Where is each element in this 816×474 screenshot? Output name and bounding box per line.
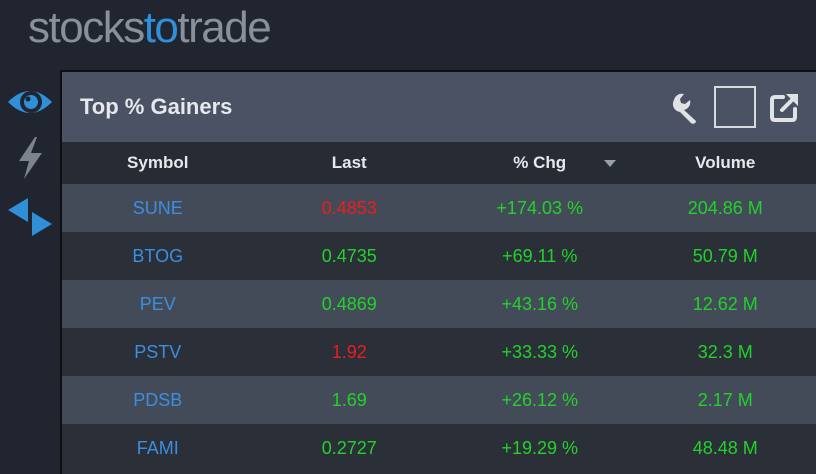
column-header-last[interactable]: Last: [253, 153, 444, 173]
table-row[interactable]: BTOG 0.4735 +69.11 % 50.79 M: [62, 232, 816, 280]
logo-part-stocks: stocks: [28, 3, 145, 52]
symbol-cell[interactable]: SUNE: [62, 198, 253, 219]
last-price-cell: 0.4735: [321, 245, 377, 266]
volume-cell: 48.48 M: [692, 437, 758, 458]
column-header-chg-label: % Chg: [513, 153, 567, 172]
last-price-cell: 0.4853: [321, 197, 377, 218]
symbol-cell[interactable]: PDSB: [62, 390, 253, 411]
panel-header-actions: [670, 72, 816, 142]
percent-change-cell: +26.12 %: [501, 389, 578, 410]
volume-cell: 32.3 M: [697, 341, 753, 362]
column-header-volume[interactable]: Volume: [634, 153, 816, 173]
table-row[interactable]: PEV 0.4869 +43.16 % 12.62 M: [62, 280, 816, 328]
last-price-cell: 0.4869: [321, 293, 377, 314]
table-header: Symbol Last % Chg Volume: [62, 142, 816, 184]
percent-change-cell: +69.11 %: [502, 245, 578, 266]
column-header-chg[interactable]: % Chg: [445, 153, 635, 173]
volume-cell: 204.86 M: [687, 197, 763, 218]
logo-part-to: to: [143, 3, 179, 52]
sidebar-item-navigate[interactable]: [0, 192, 60, 240]
table-row[interactable]: SUNE 0.4853 +174.03 % 204.86 M: [62, 184, 816, 232]
popout-button[interactable]: [768, 87, 802, 127]
percent-change-cell: +33.33 %: [501, 341, 578, 362]
logo-part-trade: trade: [177, 3, 271, 52]
top-gainers-panel: Top % Gainers Symbol Last % Chg Volume S…: [60, 70, 816, 474]
symbol-cell[interactable]: PSTV: [62, 342, 253, 363]
volume-cell: 12.62 M: [692, 293, 758, 314]
percent-change-cell: +174.03 %: [496, 197, 583, 218]
volume-cell: 2.17 M: [697, 389, 753, 410]
settings-button[interactable]: [670, 87, 704, 127]
last-price-cell: 1.69: [331, 389, 367, 410]
arrows-icon: [8, 198, 52, 236]
sidebar-item-alerts[interactable]: [0, 134, 60, 182]
symbol-cell[interactable]: PEV: [62, 294, 253, 315]
panel-title: Top % Gainers: [80, 94, 233, 119]
percent-change-cell: +43.16 %: [501, 293, 578, 314]
eye-icon: [8, 91, 52, 113]
table-row[interactable]: FAMI 0.2727 +19.29 % 48.48 M: [62, 424, 816, 472]
table-body: SUNE 0.4853 +174.03 % 204.86 M BTOG 0.47…: [62, 184, 816, 472]
symbol-cell[interactable]: FAMI: [62, 438, 253, 459]
lightning-icon: [19, 137, 42, 179]
percent-change-cell: +19.29 %: [501, 437, 578, 458]
column-header-symbol[interactable]: Symbol: [62, 153, 253, 173]
maximize-button[interactable]: [714, 86, 756, 128]
table-row[interactable]: PDSB 1.69 +26.12 % 2.17 M: [62, 376, 816, 424]
sort-desc-icon[interactable]: [604, 160, 617, 167]
last-price-cell: 1.92: [331, 341, 367, 362]
table-row[interactable]: PSTV 1.92 +33.33 % 32.3 M: [62, 328, 816, 376]
volume-cell: 50.79 M: [692, 245, 758, 266]
symbol-cell[interactable]: BTOG: [62, 246, 253, 267]
popout-icon: [770, 94, 798, 122]
sidebar-item-watch[interactable]: [0, 78, 60, 126]
wrench-icon: [672, 93, 696, 124]
panel-header: Top % Gainers: [62, 72, 816, 142]
brand-logo: stockstotrade: [28, 3, 272, 52]
last-price-cell: 0.2727: [321, 437, 377, 458]
sidebar: [0, 72, 60, 474]
